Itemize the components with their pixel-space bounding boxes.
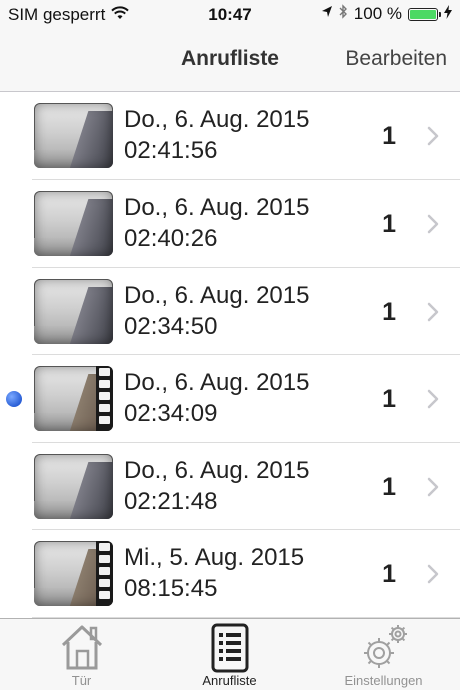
edit-button[interactable]: Bearbeiten xyxy=(345,47,447,71)
call-list-row[interactable]: Do., 6. Aug. 2015 02:34:09 1 xyxy=(6,355,460,443)
call-list-icon xyxy=(210,623,250,678)
tab-label: Tür xyxy=(71,673,92,688)
charging-bolt-icon xyxy=(444,4,452,24)
call-date: Do., 6. Aug. 2015 xyxy=(124,281,310,309)
call-time: 02:41:56 xyxy=(124,137,218,164)
snapshot-thumbnail xyxy=(34,366,113,431)
call-list-row[interactable]: Do., 6. Aug. 2015 02:34:50 1 xyxy=(32,268,460,355)
video-filmstrip-icon xyxy=(96,366,113,431)
call-date: Mi., 5. Aug. 2015 xyxy=(124,544,305,571)
chevron-right-icon xyxy=(427,214,439,234)
tab-door[interactable]: Tür xyxy=(5,619,158,690)
call-date: Do., 6. Aug. 2015 xyxy=(124,369,310,396)
call-list[interactable]: Do., 6. Aug. 2015 02:41:56 1 Do., 6. Aug. 2… xyxy=(0,92,460,618)
tab-bar: Tür Anrufliste Einstellungen xyxy=(0,618,460,690)
call-list-row[interactable]: Mi., 5. Aug. 2015 08:15:45 1 xyxy=(32,530,460,618)
call-list-row[interactable]: Do., 6. Aug. 2015 02:21:48 1 xyxy=(32,443,460,530)
call-count: 1 xyxy=(382,210,396,238)
tab-label: Anrufliste xyxy=(202,673,257,688)
battery-percent: 100 % xyxy=(353,4,402,23)
battery-icon xyxy=(408,7,441,21)
call-count: 1 xyxy=(382,385,396,413)
snapshot-thumbnail xyxy=(34,278,113,344)
call-count: 1 xyxy=(382,560,396,588)
call-count: 1 xyxy=(382,472,396,501)
status-right: 100 % xyxy=(321,4,452,24)
unread-indicator xyxy=(6,391,22,407)
chevron-right-icon xyxy=(427,477,439,497)
video-filmstrip-icon xyxy=(96,541,113,606)
bluetooth-icon xyxy=(339,4,348,24)
tab-call-list[interactable]: Anrufliste xyxy=(153,619,306,690)
call-date: Do., 6. Aug. 2015 xyxy=(124,106,310,133)
call-count: 1 xyxy=(382,122,396,150)
chevron-right-icon xyxy=(427,126,439,146)
call-time: 02:21:48 xyxy=(124,487,218,515)
chevron-right-icon xyxy=(427,564,439,584)
tab-label: Einstellungen xyxy=(344,673,423,688)
navigation-bar: Anrufliste Bearbeiten xyxy=(0,30,460,92)
status-bar: SIM gesperrt 10:47 100 % xyxy=(0,0,460,30)
call-count: 1 xyxy=(382,297,396,326)
chevron-right-icon xyxy=(427,302,439,322)
call-date: Do., 6. Aug. 2015 xyxy=(124,456,310,484)
house-icon xyxy=(59,623,105,676)
call-list-row[interactable]: Do., 6. Aug. 2015 02:41:56 1 xyxy=(32,92,460,180)
gears-icon xyxy=(358,623,410,678)
snapshot-thumbnail xyxy=(34,541,113,606)
call-time: 02:34:50 xyxy=(124,312,218,340)
chevron-right-icon xyxy=(427,389,439,409)
snapshot-thumbnail xyxy=(34,103,113,168)
call-time: 08:15:45 xyxy=(124,575,218,602)
snapshot-thumbnail xyxy=(34,453,113,519)
call-date: Do., 6. Aug. 2015 xyxy=(124,194,310,221)
call-time: 02:40:26 xyxy=(124,225,218,252)
battery-fill xyxy=(410,9,436,19)
call-list-row[interactable]: Do., 6. Aug. 2015 02:40:26 1 xyxy=(32,180,460,268)
tab-settings[interactable]: Einstellungen xyxy=(307,619,460,690)
call-time: 02:34:09 xyxy=(124,400,218,427)
snapshot-thumbnail xyxy=(34,191,113,256)
location-arrow-icon xyxy=(321,4,333,24)
